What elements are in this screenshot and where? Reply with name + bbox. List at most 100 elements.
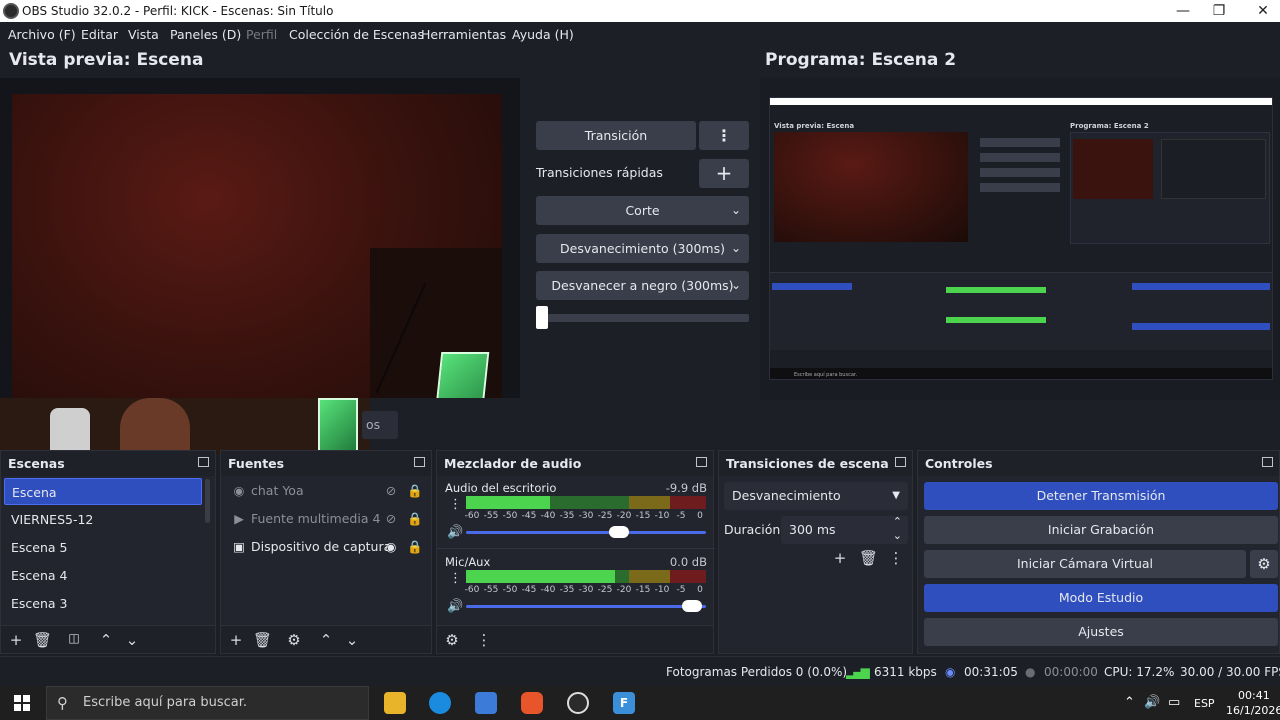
menu-coleccion-escenas[interactable]: Colección de Escenas [289, 27, 424, 42]
scenes-dock: Escenas Escena VIERNES5-12 Escena 5 Esce… [0, 450, 216, 654]
transition-select-value: Desvanecimiento [732, 488, 841, 503]
add-quick-transition-icon[interactable]: + [699, 159, 749, 188]
speaker-icon[interactable]: 🔊 [447, 525, 463, 540]
trash-icon[interactable]: 🗑 [859, 549, 878, 567]
mixer-menu-icon[interactable]: ⋮ [475, 631, 493, 649]
mini-program-image [1073, 139, 1153, 199]
trash-icon[interactable]: 🗑 [253, 631, 272, 649]
cpu-usage: CPU: 17.2% [1104, 665, 1175, 679]
scene-item[interactable]: VIERNES5-12 [4, 506, 202, 533]
channel-menu-icon[interactable]: ⋮ [449, 497, 462, 512]
duration-value: 300 ms [789, 522, 836, 537]
keyboard-language[interactable]: ESP [1194, 697, 1215, 710]
volume-slider-handle[interactable] [609, 526, 629, 538]
windows-start-icon[interactable] [14, 695, 30, 711]
add-icon[interactable]: + [7, 631, 25, 649]
clock-time[interactable]: 00:41 [1238, 689, 1270, 702]
gear-icon[interactable]: ⚙ [285, 631, 303, 649]
filter-icon[interactable]: ◫ [65, 631, 83, 645]
mail-icon[interactable] [475, 692, 497, 714]
chevron-up-icon[interactable]: ⌃ [1124, 695, 1135, 710]
menu-editar[interactable]: Editar [81, 27, 118, 42]
volume-slider-track[interactable] [466, 531, 706, 534]
scene-item[interactable]: Escena 4 [4, 562, 202, 589]
stream-status-icon: ◉ [945, 665, 956, 679]
lock-icon[interactable]: 🔒 [407, 506, 423, 532]
move-down-icon[interactable]: ⌄ [123, 631, 141, 649]
source-item[interactable]: ▣ Dispositivo de captura ◉ 🔒 [227, 534, 429, 560]
scene-item[interactable]: Escena [4, 478, 202, 505]
mini-preview [774, 132, 968, 242]
file-explorer-icon[interactable] [384, 692, 406, 714]
eye-hidden-icon[interactable]: ⊘ [383, 506, 399, 532]
channel-menu-icon[interactable]: ⋮ [449, 571, 462, 586]
move-up-icon[interactable]: ⌃ [317, 631, 335, 649]
restore-button[interactable]: ❐ [1196, 0, 1242, 22]
tbar-handle[interactable] [536, 306, 548, 329]
meter-tick-label: -40 [540, 585, 556, 595]
advanced-audio-gear-icon[interactable]: ⚙ [443, 631, 461, 649]
undock-icon[interactable] [414, 457, 425, 467]
undock-icon[interactable] [696, 457, 707, 467]
meter-tick-label: -40 [540, 511, 556, 521]
move-up-icon[interactable]: ⌃ [97, 631, 115, 649]
menu-vista[interactable]: Vista [128, 27, 159, 42]
menu-archivo[interactable]: Archivo (F) [8, 27, 76, 42]
hidden-dock-tab[interactable]: os [362, 411, 398, 439]
start-virtual-camera-button[interactable]: Iniciar Cámara Virtual [924, 550, 1246, 578]
undock-icon[interactable] [1262, 457, 1273, 467]
virtual-camera-gear-icon[interactable]: ⚙ [1250, 550, 1278, 578]
menu-herramientas[interactable]: Herramientas [421, 27, 506, 42]
quick-transition-corte[interactable]: Corte ⌄ [536, 196, 749, 225]
tbar-track[interactable] [540, 314, 749, 322]
duration-spinbox[interactable]: 300 ms ⌃ ⌄ [781, 515, 908, 544]
add-icon[interactable]: + [227, 631, 245, 649]
source-item[interactable]: ▶ Fuente multimedia 4 ⊘ 🔒 [227, 506, 429, 532]
source-item[interactable]: ◉ chat Yoa ⊘ 🔒 [227, 478, 429, 504]
meter-tick-label: -55 [483, 585, 499, 595]
app-f-icon[interactable]: F [613, 692, 635, 714]
close-button[interactable]: ✕ [1240, 0, 1280, 22]
eye-icon[interactable]: ◉ [383, 534, 399, 560]
lock-icon[interactable]: 🔒 [407, 534, 423, 560]
spin-down-icon[interactable]: ⌄ [893, 522, 902, 550]
edge-icon[interactable] [429, 692, 451, 714]
volume-slider-track[interactable] [466, 605, 706, 608]
clock-date[interactable]: 16/1/2026 [1226, 704, 1280, 717]
speaker-icon[interactable]: 🔊 [447, 599, 463, 614]
quick-transition-label: Corte [625, 203, 660, 218]
transition-more-icon[interactable]: ⋮ [699, 121, 749, 150]
transition-select[interactable]: Desvanecimiento ▼ [724, 482, 908, 510]
meter-tick-label: -35 [559, 585, 575, 595]
network-icon[interactable]: ▭ [1168, 695, 1180, 710]
scene-item[interactable]: Escena 5 [4, 534, 202, 561]
scenes-scrollbar[interactable] [205, 479, 210, 523]
volume-slider-handle[interactable] [681, 600, 702, 612]
undock-icon[interactable] [198, 457, 209, 467]
obs-taskbar-icon[interactable] [567, 692, 589, 714]
trash-icon[interactable]: 🗑 [33, 631, 52, 649]
taskbar-search-input[interactable]: ⚲ Escribe aquí para buscar. [46, 686, 369, 720]
stop-stream-button[interactable]: Detener Transmisión [924, 482, 1278, 510]
settings-button[interactable]: Ajustes [924, 618, 1278, 646]
divider [437, 548, 715, 549]
preview-canvas[interactable] [0, 78, 520, 398]
brave-icon[interactable] [521, 692, 543, 714]
quick-transition-fade-black[interactable]: Desvanecer a negro (300ms) ⌄ [536, 271, 749, 300]
studio-mode-button[interactable]: Modo Estudio [924, 584, 1278, 612]
scene-item[interactable]: Escena 3 [4, 590, 202, 617]
eye-hidden-icon[interactable]: ⊘ [383, 478, 399, 504]
quick-transition-fade[interactable]: Desvanecimiento (300ms) ⌄ [536, 234, 749, 263]
transition-button[interactable]: Transición [536, 121, 696, 150]
volume-icon[interactable]: 🔊 [1144, 695, 1160, 710]
start-recording-button[interactable]: Iniciar Grabación [924, 516, 1278, 544]
transition-properties-icon[interactable]: ⋮ [887, 549, 905, 567]
meter-tick-label: -30 [578, 511, 594, 521]
menu-perfil[interactable]: Perfil [246, 27, 277, 42]
menu-ayuda[interactable]: Ayuda (H) [512, 27, 574, 42]
add-icon[interactable]: + [831, 549, 849, 567]
undock-icon[interactable] [895, 457, 906, 467]
lock-icon[interactable]: 🔒 [407, 478, 423, 504]
move-down-icon[interactable]: ⌄ [343, 631, 361, 649]
menu-paneles[interactable]: Paneles (D) [170, 27, 241, 42]
